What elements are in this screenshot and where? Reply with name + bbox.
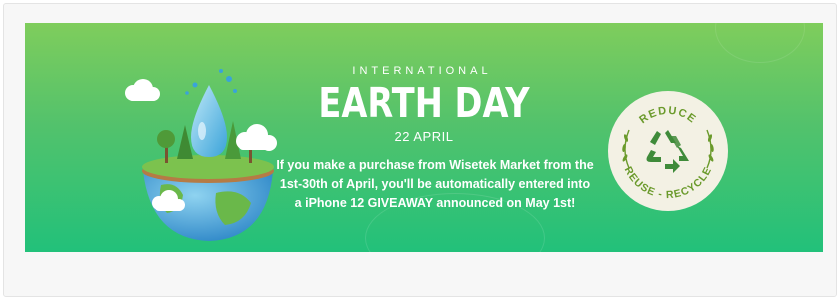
promo-text: If you make a purchase from Wisetek Mark… [255, 156, 615, 213]
earth-day-banner[interactable]: INTERNATIONAL EARTH DAY 22 APRIL If you … [25, 23, 823, 252]
promo-line: If you make a purchase from Wisetek Mark… [276, 158, 594, 172]
recycle-badge-graphic: REDUCE REUSE - RECYCLE [608, 91, 728, 211]
content-frame: INTERNATIONAL EARTH DAY 22 APRIL If you … [3, 3, 837, 297]
recycle-badge: REDUCE REUSE - RECYCLE [607, 90, 729, 212]
promo-line: 1st-30th of April, you'll be automatical… [279, 177, 591, 191]
banner-decoration [715, 23, 805, 63]
promo-line: a iPhone 12 GIVEAWAY announced on May 1s… [294, 196, 576, 210]
eyebrow-text: INTERNATIONAL [352, 65, 492, 77]
